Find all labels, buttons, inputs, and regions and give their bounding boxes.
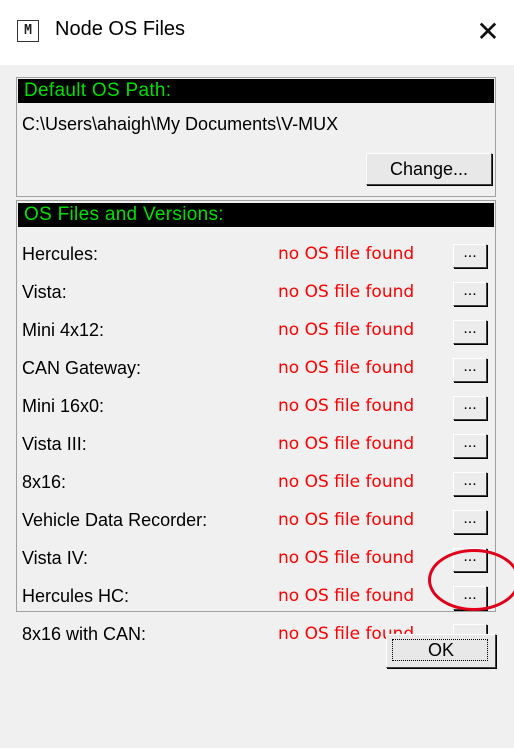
os-file-name: Vista III:	[22, 434, 87, 454]
os-file-status: no OS file found	[278, 396, 415, 416]
app-icon: M	[17, 20, 39, 42]
browse-os-file-button[interactable]: ...	[453, 358, 487, 382]
os-file-name: Vista IV:	[22, 548, 89, 568]
os-files-header: OS Files and Versions:	[18, 203, 494, 227]
browse-os-file-button[interactable]: ...	[453, 320, 487, 344]
os-file-status: no OS file found	[278, 358, 415, 378]
window-title: Node OS Files	[55, 18, 186, 40]
os-file-name: Vehicle Data Recorder:	[22, 510, 208, 530]
browse-os-file-button[interactable]: ...	[453, 510, 487, 534]
browse-os-file-button[interactable]: ...	[453, 396, 487, 420]
browse-os-file-button[interactable]: ...	[453, 244, 487, 268]
os-file-status: no OS file found	[278, 510, 415, 530]
os-file-status: no OS file found	[278, 244, 415, 264]
browse-os-file-button[interactable]: ...	[453, 472, 487, 496]
browse-os-file-button[interactable]: ...	[453, 586, 487, 610]
os-file-name: Vista:	[22, 282, 67, 302]
change-button[interactable]: Change...	[366, 153, 492, 185]
browse-os-file-button[interactable]: ...	[453, 548, 487, 572]
os-file-name: Mini 4x12:	[22, 320, 105, 340]
os-file-name: Hercules:	[22, 244, 99, 264]
os-file-status: no OS file found	[278, 282, 415, 302]
title-bar: M Node OS Files ✕	[0, 0, 514, 65]
os-file-name: CAN Gateway:	[22, 358, 142, 378]
ok-button[interactable]: OK	[386, 634, 496, 668]
os-file-name: Mini 16x0:	[22, 396, 105, 416]
os-file-name: Hercules HC:	[22, 586, 130, 606]
ok-label: OK	[427, 640, 454, 660]
os-file-status: no OS file found	[278, 548, 415, 568]
browse-os-file-button[interactable]: ...	[453, 434, 487, 458]
os-file-status: no OS file found	[278, 472, 415, 492]
os-file-name: 8x16 with CAN:	[22, 624, 147, 644]
os-file-status: no OS file found	[278, 320, 415, 340]
os-file-status: no OS file found	[278, 434, 415, 454]
os-file-name: 8x16:	[22, 472, 67, 492]
default-path-header: Default OS Path:	[18, 79, 494, 103]
default-path-value: C:\Users\ahaigh\My Documents\V-MUX	[22, 114, 339, 134]
browse-os-file-button[interactable]: ...	[453, 282, 487, 306]
os-file-status: no OS file found	[278, 586, 415, 606]
close-icon[interactable]: ✕	[470, 14, 506, 50]
